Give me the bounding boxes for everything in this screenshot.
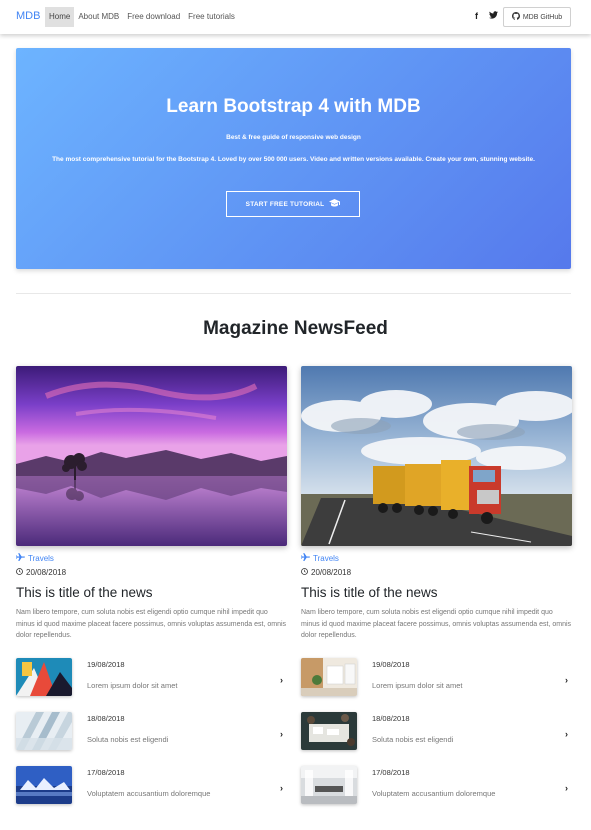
news-list-date: 19/08/2018	[372, 660, 410, 669]
plane-icon	[301, 553, 310, 563]
github-button-label: MDB GitHub	[522, 13, 563, 21]
news-list-thumbnail	[16, 712, 72, 750]
news-list-item[interactable]: 19/08/2018 Lorem ipsum dolor sit amet ›	[16, 658, 287, 696]
news-date: 20/08/2018	[16, 568, 66, 577]
news-list-date: 18/08/2018	[372, 714, 410, 723]
nav-link-about[interactable]: About MDB	[74, 7, 123, 27]
chevron-right-icon[interactable]: ›	[280, 675, 283, 685]
news-list-title: Voluptatem accusantium doloremque	[87, 789, 211, 798]
news-list-item[interactable]: 17/08/2018 Voluptatem accusantium dolore…	[301, 766, 572, 804]
navbar: MDB Home About MDB Free download Free tu…	[0, 0, 591, 34]
chevron-right-icon[interactable]: ›	[565, 675, 568, 685]
chevron-right-icon[interactable]: ›	[565, 729, 568, 739]
news-title[interactable]: This is title of the news	[301, 585, 438, 600]
chevron-right-icon[interactable]: ›	[280, 729, 283, 739]
news-list-item[interactable]: 17/08/2018 Voluptatem accusantium dolore…	[16, 766, 287, 804]
nav-link-free-tutorials[interactable]: Free tutorials	[184, 7, 239, 27]
nav-link-free-download[interactable]: Free download	[123, 7, 184, 27]
news-list-thumbnail	[16, 766, 72, 804]
hero-subtitle: Best & free guide of responsive web desi…	[226, 134, 361, 141]
clock-icon	[16, 568, 23, 577]
divider	[16, 293, 571, 294]
chevron-right-icon[interactable]: ›	[565, 783, 568, 793]
plane-icon	[16, 553, 25, 563]
graduation-cap-icon	[329, 199, 341, 209]
news-category[interactable]: Travels	[16, 553, 54, 563]
news-list-item[interactable]: 19/08/2018 Lorem ipsum dolor sit amet ›	[301, 658, 572, 696]
news-category[interactable]: Travels	[301, 553, 339, 563]
news-list-title: Voluptatem accusantium doloremque	[372, 789, 496, 798]
nav-link-home[interactable]: Home	[45, 7, 75, 27]
news-date-label: 20/08/2018	[311, 568, 352, 577]
news-list-date: 17/08/2018	[87, 768, 125, 777]
news-category-label: Travels	[28, 553, 54, 563]
news-list-title: Soluta nobis est eligendi	[372, 735, 454, 744]
news-list-thumbnail	[16, 658, 72, 696]
start-tutorial-button[interactable]: START FREE TUTORIAL	[226, 191, 360, 217]
news-list-date: 17/08/2018	[372, 768, 410, 777]
brand-logo[interactable]: MDB	[16, 10, 40, 22]
clock-icon	[301, 568, 308, 577]
chevron-right-icon[interactable]: ›	[280, 783, 283, 793]
hero-description: The most comprehensive tutorial for the …	[52, 156, 535, 163]
github-icon	[511, 12, 520, 22]
news-date-label: 20/08/2018	[26, 568, 67, 577]
start-tutorial-label: START FREE TUTORIAL	[245, 200, 325, 208]
news-title[interactable]: This is title of the news	[16, 585, 153, 600]
news-list-date: 19/08/2018	[87, 660, 125, 669]
facebook-icon[interactable]: f	[475, 11, 478, 21]
news-list-title: Lorem ipsum dolor sit amet	[87, 681, 178, 690]
news-column-right: Travels 20/08/2018 This is title of the …	[301, 366, 572, 804]
news-list-item[interactable]: 18/08/2018 Soluta nobis est eligendi ›	[301, 712, 572, 750]
news-excerpt: Nam libero tempore, cum soluta nobis est…	[301, 609, 572, 639]
twitter-icon[interactable]	[489, 11, 498, 21]
news-list-date: 18/08/2018	[87, 714, 125, 723]
news-category-label: Travels	[313, 553, 339, 563]
news-excerpt: Nam libero tempore, cum soluta nobis est…	[16, 609, 287, 639]
news-main-image[interactable]	[16, 366, 287, 546]
news-date: 20/08/2018	[301, 568, 351, 577]
nav-links: Home About MDB Free download Free tutori…	[45, 7, 239, 27]
hero-title: Learn Bootstrap 4 with MDB	[166, 96, 421, 117]
news-list-thumbnail	[301, 658, 357, 696]
news-list-item[interactable]: 18/08/2018 Soluta nobis est eligendi ›	[16, 712, 287, 750]
news-main-image[interactable]	[301, 366, 572, 546]
news-list-title: Lorem ipsum dolor sit amet	[372, 681, 463, 690]
news-column-left: Travels 20/08/2018 This is title of the …	[16, 366, 287, 804]
news-list-thumbnail	[301, 712, 357, 750]
news-list-thumbnail	[301, 766, 357, 804]
github-button[interactable]: MDB GitHub	[503, 7, 571, 27]
hero-jumbotron: Learn Bootstrap 4 with MDB Best & free g…	[16, 48, 571, 269]
news-list-title: Soluta nobis est eligendi	[87, 735, 169, 744]
section-title: Magazine NewsFeed	[203, 318, 388, 339]
